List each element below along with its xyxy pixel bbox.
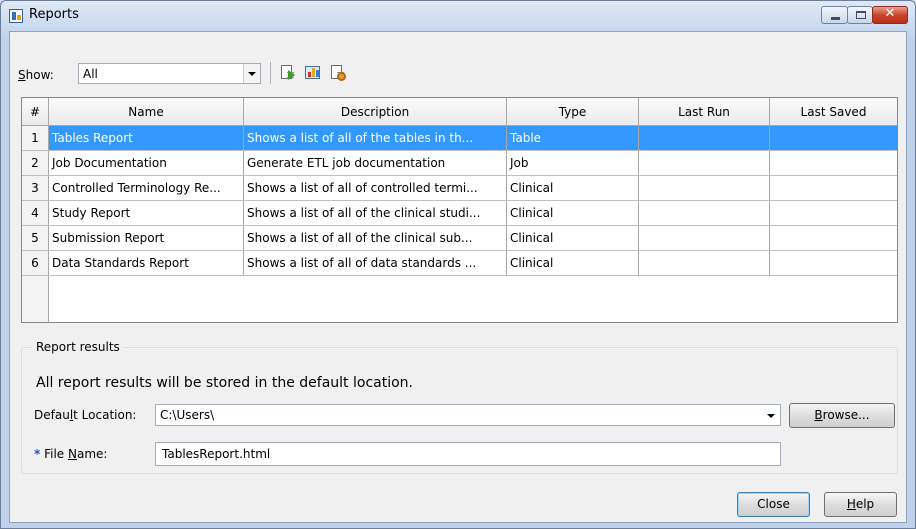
row-type-cell: Clinical	[507, 251, 639, 275]
row-name-cell: Data Standards Report	[49, 251, 244, 275]
file-name-label: * File Name:	[34, 447, 108, 461]
row-name-cell: Controlled Terminology Re...	[49, 176, 244, 200]
report-results-title: Report results	[32, 340, 124, 354]
help-button[interactable]: Help	[824, 492, 897, 517]
row-number-cell: 5	[22, 226, 49, 250]
reports-window: Reports ✕ Show: All # Name Description T…	[0, 0, 916, 529]
table-header-row: # Name Description Type Last Run Last Sa…	[22, 98, 897, 126]
reports-app-icon	[9, 9, 23, 23]
chevron-down-icon[interactable]	[762, 405, 780, 425]
reports-table-body: # Name Description Type Last Run Last Sa…	[22, 98, 897, 322]
row-last-run-cell	[639, 226, 770, 250]
row-last-run-cell	[639, 176, 770, 200]
view-report-icon	[305, 66, 320, 79]
browse-button[interactable]: Browse...	[789, 403, 895, 428]
window-title: Reports	[29, 7, 79, 22]
minimize-button[interactable]	[821, 6, 848, 24]
show-label: Show:	[18, 68, 54, 82]
table-row[interactable]: 6 Data Standards Report Shows a list of al…	[22, 251, 897, 276]
show-filter-dropdown[interactable]: All	[78, 63, 261, 84]
row-name-cell: Submission Report	[49, 226, 244, 250]
chevron-down-icon[interactable]	[243, 64, 260, 83]
close-window-button[interactable]: ✕	[872, 6, 908, 24]
row-number-cell: 2	[22, 151, 49, 175]
row-description-cell: Shows a list of all of the tables in th.…	[244, 126, 507, 150]
row-type-cell: Clinical	[507, 226, 639, 250]
view-report-button[interactable]	[303, 63, 323, 83]
gear-icon	[337, 72, 346, 81]
row-last-saved-cell	[770, 176, 897, 200]
minimize-icon	[831, 17, 840, 20]
row-description-cell: Shows a list of all of controlled termi.…	[244, 176, 507, 200]
default-location-combo[interactable]: C:\Users\	[155, 404, 781, 426]
row-last-saved-cell	[770, 126, 897, 150]
row-last-saved-cell	[770, 151, 897, 175]
row-type-cell: Job	[507, 151, 639, 175]
table-empty-area	[49, 276, 897, 322]
run-report-button[interactable]	[278, 63, 298, 83]
report-properties-button[interactable]	[328, 63, 348, 83]
row-last-saved-cell	[770, 226, 897, 250]
row-name-cell: Job Documentation	[49, 151, 244, 175]
row-last-run-cell	[639, 151, 770, 175]
row-number-gutter	[22, 276, 49, 322]
table-row[interactable]: 1 Tables Report Shows a list of all of the…	[22, 126, 897, 151]
row-last-run-cell	[639, 251, 770, 275]
row-type-cell: Clinical	[507, 176, 639, 200]
reports-table[interactable]: # Name Description Type Last Run Last Sa…	[21, 97, 898, 323]
row-type-cell: Table	[507, 126, 639, 150]
column-header-last-saved[interactable]: Last Saved	[770, 98, 897, 125]
column-header-description[interactable]: Description	[244, 98, 507, 125]
row-description-cell: Shows a list of all of the clinical stud…	[244, 201, 507, 225]
row-number-cell: 4	[22, 201, 49, 225]
row-name-cell: Study Report	[49, 201, 244, 225]
row-type-cell: Clinical	[507, 201, 639, 225]
maximize-icon	[856, 11, 866, 19]
table-row[interactable]: 2 Job Documentation Generate ETL job docum…	[22, 151, 897, 176]
column-header-type[interactable]: Type	[507, 98, 639, 125]
table-row[interactable]: 5 Submission Report Shows a list of all of…	[22, 226, 897, 251]
row-description-cell: Generate ETL job documentation	[244, 151, 507, 175]
row-last-saved-cell	[770, 251, 897, 275]
title-bar[interactable]: Reports ✕	[1, 1, 915, 31]
row-number-cell: 3	[22, 176, 49, 200]
default-location-value: C:\Users\	[160, 408, 215, 422]
row-description-cell: Shows a list of all of data standards ..…	[244, 251, 507, 275]
dialog-client-area: Show: All # Name Description Type Last R…	[9, 31, 907, 523]
row-number-cell: 1	[22, 126, 49, 150]
row-last-run-cell	[639, 201, 770, 225]
maximize-button[interactable]	[847, 6, 873, 24]
row-description-cell: Shows a list of all of the clinical sub.…	[244, 226, 507, 250]
column-header-name[interactable]: Name	[49, 98, 244, 125]
green-arrow-icon	[288, 70, 295, 80]
row-name-cell: Tables Report	[49, 126, 244, 150]
row-last-saved-cell	[770, 201, 897, 225]
table-row[interactable]: 4 Study Report Shows a list of all of the …	[22, 201, 897, 226]
row-number-cell: 6	[22, 251, 49, 275]
row-last-run-cell	[639, 126, 770, 150]
show-filter-value: All	[83, 67, 98, 81]
close-icon: ✕	[884, 6, 896, 21]
default-location-label: Default Location:	[34, 408, 137, 422]
file-name-field[interactable]	[155, 442, 781, 466]
default-location-info: All report results will be stored in the…	[36, 375, 413, 391]
toolbar-separator	[270, 62, 271, 84]
close-button[interactable]: Close	[737, 492, 810, 517]
table-row[interactable]: 3 Controlled Terminology Re... Shows a lis…	[22, 176, 897, 201]
column-header-number[interactable]: #	[22, 98, 49, 125]
column-header-last-run[interactable]: Last Run	[639, 98, 770, 125]
